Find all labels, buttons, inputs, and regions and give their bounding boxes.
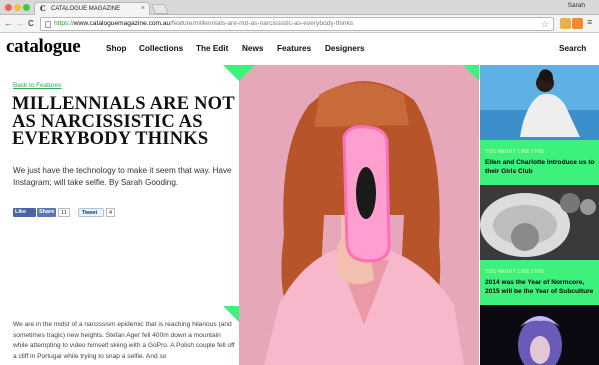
article-body: We are in the midst of a narcissism epid… <box>13 321 235 360</box>
catalogue-favicon-icon: C <box>40 4 46 13</box>
browser-toolbar: ← → C https://www.cataloguemagazine.com.… <box>0 15 599 33</box>
breadcrumb-back-to-features[interactable]: Back to Features <box>13 82 61 89</box>
nav-the-edit[interactable]: The Edit <box>196 44 228 53</box>
column-corner-top <box>223 65 239 81</box>
minimize-window-button[interactable] <box>14 4 21 11</box>
url-path: /feature/millennials-are-not-as-narcissi… <box>170 20 354 27</box>
tab-bar: C CATALOGUE MAGAZINE × Sarah <box>0 0 599 15</box>
rail-image-1[interactable] <box>480 65 599 140</box>
nav-features[interactable]: Features <box>277 44 311 53</box>
browser-tab[interactable]: C CATALOGUE MAGAZINE × <box>34 2 150 15</box>
rail-kicker: YOU MIGHT LIKE THIS <box>485 149 544 155</box>
article-headline: MILLENNIALS ARE NOT AS NARCISSISTIC AS E… <box>12 94 235 149</box>
menu-icon[interactable]: ≡ <box>587 17 592 28</box>
facebook-share-button[interactable]: Share <box>37 208 56 217</box>
site-logo[interactable]: catalogue <box>6 36 81 58</box>
forward-arrow-icon[interactable]: → <box>15 18 24 29</box>
hero-illustration <box>239 65 479 365</box>
hero-image <box>239 65 479 365</box>
close-window-button[interactable] <box>5 4 12 11</box>
search-link[interactable]: Search <box>559 44 586 53</box>
extension-icon[interactable] <box>560 18 571 29</box>
page-icon <box>45 21 51 28</box>
hat-photo <box>480 185 599 260</box>
facebook-like-button[interactable]: Like <box>13 208 36 217</box>
rail-card-2[interactable]: YOU MIGHT LIKE THIS 2014 was the Year of… <box>480 260 599 305</box>
pool-photo <box>480 65 599 140</box>
zoom-window-button[interactable] <box>23 4 30 11</box>
nav-designers[interactable]: Designers <box>325 44 365 53</box>
rail-title[interactable]: Ellen and Charlotte Introduce us to thei… <box>485 159 595 176</box>
neon-photo <box>480 305 599 365</box>
rail-card-1[interactable]: YOU MIGHT LIKE THIS Ellen and Charlotte … <box>480 140 599 185</box>
back-arrow-icon[interactable]: ← <box>4 18 13 29</box>
tab-title: CATALOGUE MAGAZINE <box>51 6 121 12</box>
rail-title[interactable]: 2014 was the Year of Normcore, 2015 will… <box>485 279 595 296</box>
rail-kicker: YOU MIGHT LIKE THIS <box>485 269 544 275</box>
browser-window: C CATALOGUE MAGAZINE × Sarah ← → C https… <box>0 0 599 365</box>
facebook-count: 11 <box>58 208 70 217</box>
url-domain: www.cataloguemagazine.com.au <box>73 20 171 27</box>
hero-corner-tl <box>239 65 255 81</box>
tab-close-icon[interactable]: × <box>141 3 145 15</box>
nav-news[interactable]: News <box>242 44 263 53</box>
extension-badge-icon[interactable] <box>572 18 583 29</box>
address-bar[interactable]: https://www.cataloguemagazine.com.au/fea… <box>40 17 554 31</box>
new-tab-button[interactable] <box>151 4 169 14</box>
tweet-button[interactable]: Tweet <box>78 208 104 217</box>
nav-collections[interactable]: Collections <box>139 44 183 53</box>
rail-image-3[interactable] <box>480 305 599 365</box>
hero-corner-tr <box>463 65 479 81</box>
nav-shop[interactable]: Shop <box>106 44 126 53</box>
tweet-count: 4 <box>106 208 115 217</box>
related-rail: YOU MIGHT LIKE THIS Ellen and Charlotte … <box>480 65 599 365</box>
profile-name[interactable]: Sarah <box>568 2 585 9</box>
article-standfirst: We just have the technology to make it s… <box>13 166 232 187</box>
url-scheme: https:// <box>54 20 74 27</box>
rail-image-2[interactable] <box>480 185 599 260</box>
column-corner-mid <box>223 306 239 322</box>
star-icon[interactable]: ☆ <box>541 18 549 30</box>
reload-icon[interactable]: C <box>28 18 34 29</box>
